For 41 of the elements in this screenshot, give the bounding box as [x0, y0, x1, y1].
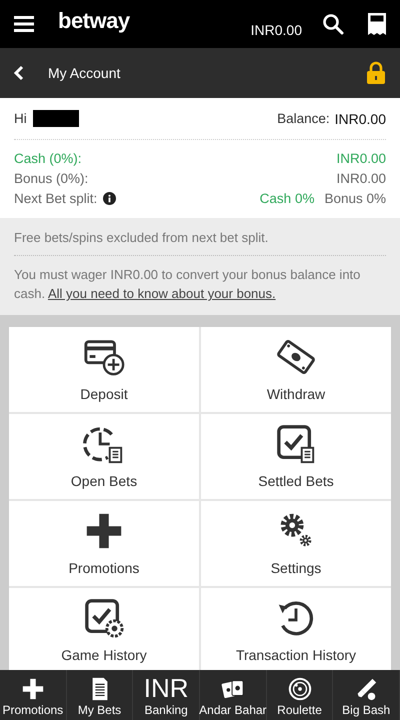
split-bonus: Bonus 0%	[324, 190, 386, 206]
search-icon[interactable]	[322, 13, 344, 35]
redaction-bar	[32, 110, 79, 127]
greeting: Hi	[14, 111, 27, 126]
plus-icon	[20, 677, 45, 701]
info-icon[interactable]	[103, 192, 116, 204]
check-chip-icon	[83, 597, 125, 639]
logo[interactable]: betway	[58, 8, 130, 40]
menu-icon[interactable]	[14, 16, 34, 32]
roulette-icon	[288, 677, 312, 701]
split-note: Free bets/spins excluded from next bet split.	[14, 230, 386, 256]
page-title: My Account	[48, 65, 120, 81]
lock-icon[interactable]	[366, 61, 386, 85]
balance-row-value: INR0.00	[336, 150, 386, 166]
header-balance: INR0.00	[250, 21, 302, 38]
nav-item[interactable]: Promotions	[0, 670, 67, 720]
balance-value: INR0.00	[334, 110, 386, 126]
nav-item[interactable]: Big Bash	[333, 670, 400, 720]
menu-tile[interactable]: Withdraw	[201, 327, 391, 412]
nav-item[interactable]: My Bets	[66, 670, 134, 720]
menu-tile[interactable]: Settled Bets	[201, 414, 391, 499]
split-label: Next Bet split:	[14, 190, 98, 206]
balance-row-label: Bonus (0%):	[14, 170, 88, 186]
balance-label: Balance:	[277, 110, 330, 126]
menu-tile[interactable]: Promotions	[9, 501, 199, 586]
menu-tile[interactable]: Transaction History	[201, 588, 391, 670]
balance-row-value: INR0.00	[336, 170, 386, 186]
nav-item[interactable]: INR Banking	[133, 670, 200, 720]
split-cash: Cash 0%	[260, 190, 314, 206]
bonus-info-link[interactable]: All you need to know about your bonus.	[48, 286, 276, 301]
betslip-icon[interactable]	[368, 13, 386, 35]
wager-text: You must wager INR0.00 to convert your bonus balance into cash. All you need to know about your bonus.	[14, 266, 362, 303]
check-document-icon	[275, 423, 317, 465]
menu-tile[interactable]: Open Bets	[9, 414, 199, 499]
menu-tile[interactable]: Game History	[9, 588, 199, 670]
balance-row-label: Cash (0%):	[14, 150, 82, 166]
back-icon[interactable]	[14, 65, 24, 81]
menu-tile[interactable]: Settings	[201, 501, 391, 586]
menu-tile[interactable]: Deposit	[9, 327, 199, 412]
nav-item[interactable]: Andar Bahar	[200, 670, 267, 720]
nav-item[interactable]: Roulette	[266, 670, 334, 720]
